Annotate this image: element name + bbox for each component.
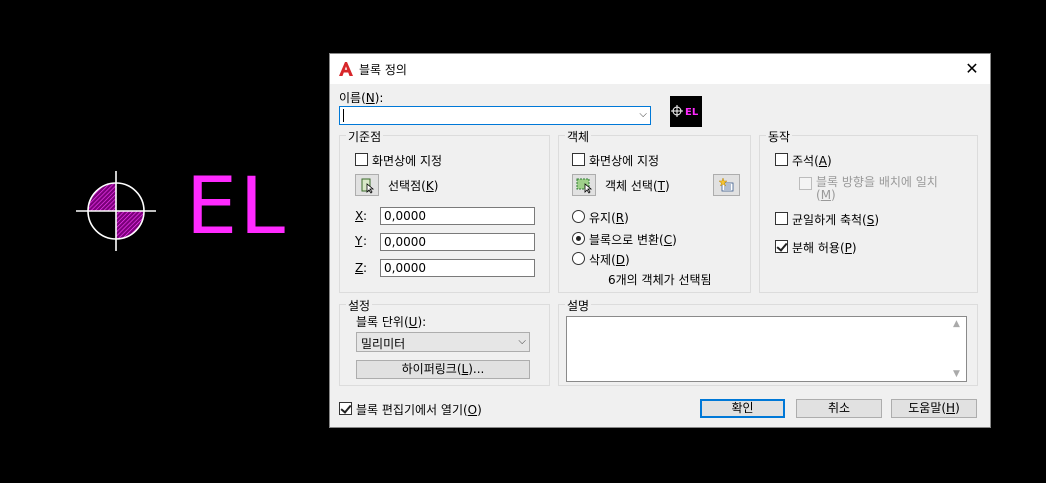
quick-select-icon (718, 177, 734, 192)
annotative-label: 주석(A) (792, 154, 832, 168)
x-label: X (355, 209, 364, 223)
x-input[interactable]: 0,0000 (380, 207, 535, 225)
svg-text:EL: EL (685, 107, 699, 118)
description-textarea[interactable] (566, 316, 967, 382)
match-orientation-checkbox[interactable] (799, 177, 812, 190)
scale-uniformly-label: 균일하게 축척(S) (792, 213, 880, 227)
allow-exploding-label: 분해 허용(P) (792, 241, 857, 255)
objects-specify-label: 화면상에 지정 (589, 154, 660, 168)
allow-exploding-checkbox[interactable] (775, 240, 788, 253)
pick-point-label: 선택점(K) (388, 179, 439, 193)
objects-selected-status: 6개의 객체가 선택됨 (608, 273, 712, 287)
pick-point-button[interactable] (355, 174, 379, 196)
text-cursor (343, 109, 344, 122)
cancel-button[interactable]: 취소 (796, 399, 882, 418)
base-point-specify-label: 화면상에 지정 (372, 154, 443, 168)
objects-specify-checkbox[interactable] (572, 153, 585, 166)
convert-to-block-label: 블록으로 변환(C) (589, 233, 677, 247)
block-definition-dialog: 블록 정의 ✕ 이름(N): ⌵ EL 기준점 화면상에 지정 선택점(K) X… (329, 53, 991, 428)
select-objects-label: 객체 선택(T) (605, 179, 670, 193)
open-in-editor-label: 블록 편집기에서 열기(O) (356, 403, 482, 417)
hyperlink-button[interactable]: 하이퍼링크(L)... (356, 360, 530, 379)
select-objects-icon (576, 178, 593, 194)
retain-label: 유지(R) (589, 211, 629, 225)
close-icon: ✕ (965, 59, 979, 78)
dialog-title: 블록 정의 (359, 63, 407, 77)
pick-point-icon (361, 178, 375, 194)
help-button[interactable]: 도움말(H) (891, 399, 977, 418)
z-input[interactable]: 0,0000 (380, 259, 535, 277)
y-label: Y (355, 234, 363, 248)
match-orientation-label: 블록 방향을 배치에 일치 (M) (816, 175, 938, 202)
block-unit-label: 블록 단위(U): (356, 315, 427, 329)
base-point-title: 기준점 (346, 128, 384, 145)
scale-uniformly-checkbox[interactable] (775, 212, 788, 225)
description-scrollbar[interactable]: ▲ ▼ (949, 317, 966, 381)
retain-radio[interactable] (572, 210, 585, 223)
behavior-title: 동작 (766, 128, 793, 145)
settings-title: 설정 (346, 297, 373, 314)
block-unit-select[interactable]: 밀리미터 ⌵ (356, 332, 530, 352)
scroll-up-icon[interactable]: ▲ (953, 319, 960, 329)
chevron-down-icon[interactable]: ⌵ (639, 109, 647, 120)
convert-to-block-radio[interactable] (572, 232, 585, 245)
chevron-down-icon: ⌵ (518, 336, 526, 347)
close-button[interactable]: ✕ (960, 57, 984, 81)
delete-label: 삭제(D) (589, 253, 630, 267)
description-title: 설명 (565, 297, 592, 314)
title-bar: 블록 정의 ✕ (330, 54, 990, 84)
z-colon: : (363, 261, 368, 275)
name-combobox[interactable]: ⌵ (339, 106, 651, 125)
name-label: 이름(N): (339, 91, 384, 105)
block-unit-value: 밀리미터 (361, 337, 406, 351)
y-colon: : (363, 234, 368, 248)
objects-title: 객체 (565, 128, 592, 145)
ok-button[interactable]: 확인 (700, 399, 785, 418)
open-in-editor-checkbox[interactable] (339, 402, 352, 415)
delete-radio[interactable] (572, 252, 585, 265)
autocad-logo-icon (339, 62, 353, 76)
drawing-el-text: EL (185, 162, 288, 252)
scroll-down-icon[interactable]: ▼ (953, 369, 960, 379)
base-point-specify-checkbox[interactable] (355, 153, 368, 166)
z-label: Z (355, 261, 364, 275)
y-input[interactable]: 0,0000 (380, 233, 535, 251)
annotative-checkbox[interactable] (775, 153, 788, 166)
block-preview-icon: EL (670, 96, 702, 127)
select-objects-button[interactable] (572, 174, 596, 196)
quick-select-button[interactable] (713, 174, 740, 196)
electrical-symbol (76, 171, 156, 251)
x-colon: : (363, 209, 368, 223)
